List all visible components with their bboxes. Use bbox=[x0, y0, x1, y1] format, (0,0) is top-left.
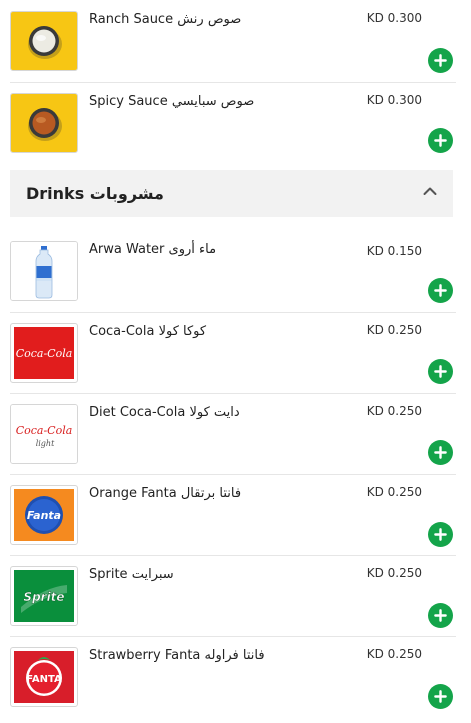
menu-item[interactable]: Spicy Sauce صوص سبايسي KD 0.300 bbox=[0, 82, 456, 162]
item-price: KD 0.300 bbox=[366, 93, 422, 107]
spicy-sauce-icon bbox=[10, 93, 78, 153]
add-button[interactable] bbox=[428, 522, 453, 547]
divider bbox=[10, 636, 456, 637]
fanta-strawberry-logo: FANTA bbox=[10, 647, 78, 707]
menu-item[interactable]: FANTA Strawberry Fanta فانتا فراوله KD 0… bbox=[0, 636, 456, 716]
chevron-up-icon[interactable] bbox=[423, 186, 437, 196]
menu-item[interactable]: Fanta Orange Fanta فانتا برتقال KD 0.250 bbox=[0, 474, 456, 554]
plus-icon bbox=[434, 609, 447, 622]
add-button[interactable] bbox=[428, 684, 453, 709]
svg-text:Coca-Cola: Coca-Cola bbox=[16, 347, 73, 360]
plus-icon bbox=[434, 528, 447, 541]
menu-item[interactable]: Sprite Sprite سبرايت KD 0.250 bbox=[0, 555, 456, 635]
item-name: Strawberry Fanta فانتا فراوله bbox=[89, 648, 265, 663]
divider bbox=[10, 393, 456, 394]
item-name: Ranch Sauce صوص رنش bbox=[89, 12, 242, 27]
menu-item[interactable]: Ranch Sauce صوص رنش KD 0.300 bbox=[0, 0, 456, 80]
plus-icon bbox=[434, 365, 447, 378]
item-price: KD 0.300 bbox=[366, 11, 422, 25]
add-button[interactable] bbox=[428, 128, 453, 153]
divider bbox=[10, 82, 456, 83]
plus-icon bbox=[434, 284, 447, 297]
add-button[interactable] bbox=[428, 48, 453, 73]
menu-item[interactable]: Arwa Water ماء أروى KD 0.150 bbox=[0, 230, 456, 310]
svg-text:FANTA: FANTA bbox=[26, 674, 62, 685]
section-title: Drinks مشروبات bbox=[26, 184, 164, 203]
item-name: Coca-Cola كوكا كولا bbox=[89, 324, 207, 339]
svg-text:Sprite: Sprite bbox=[23, 590, 64, 604]
item-price: KD 0.250 bbox=[366, 566, 422, 580]
item-price: KD 0.250 bbox=[366, 404, 422, 418]
item-name: Sprite سبرايت bbox=[89, 567, 174, 582]
section-header-drinks[interactable]: Drinks مشروبات bbox=[10, 170, 453, 217]
divider bbox=[10, 312, 456, 313]
item-price: KD 0.150 bbox=[366, 244, 422, 258]
add-button[interactable] bbox=[428, 603, 453, 628]
item-price: KD 0.250 bbox=[366, 323, 422, 337]
item-price: KD 0.250 bbox=[366, 647, 422, 661]
add-button[interactable] bbox=[428, 440, 453, 465]
water-bottle-icon bbox=[10, 241, 78, 301]
add-button[interactable] bbox=[428, 359, 453, 384]
ranch-sauce-icon bbox=[10, 11, 78, 71]
item-name: Arwa Water ماء أروى bbox=[89, 242, 217, 257]
plus-icon bbox=[434, 134, 447, 147]
menu-item[interactable]: Coca-Cola Coca-Cola كوكا كولا KD 0.250 bbox=[0, 312, 456, 392]
item-price: KD 0.250 bbox=[366, 485, 422, 499]
svg-text:light: light bbox=[36, 439, 55, 448]
divider bbox=[10, 474, 456, 475]
plus-icon bbox=[434, 446, 447, 459]
add-button[interactable] bbox=[428, 278, 453, 303]
coca-cola-logo: Coca-Cola bbox=[10, 323, 78, 383]
diet-coke-logo: Coca-Cola light bbox=[10, 404, 78, 464]
svg-text:Coca-Cola: Coca-Cola bbox=[16, 424, 73, 437]
sprite-logo: Sprite bbox=[10, 566, 78, 626]
menu-item[interactable]: Coca-Cola light Diet Coca-Cola دايت كولا… bbox=[0, 393, 456, 473]
plus-icon bbox=[434, 690, 447, 703]
plus-icon bbox=[434, 54, 447, 67]
item-name: Diet Coca-Cola دايت كولا bbox=[89, 405, 240, 420]
divider bbox=[10, 555, 456, 556]
fanta-orange-logo: Fanta bbox=[10, 485, 78, 545]
item-name: Orange Fanta فانتا برتقال bbox=[89, 486, 242, 501]
item-name: Spicy Sauce صوص سبايسي bbox=[89, 94, 255, 109]
svg-text:Fanta: Fanta bbox=[27, 509, 61, 522]
